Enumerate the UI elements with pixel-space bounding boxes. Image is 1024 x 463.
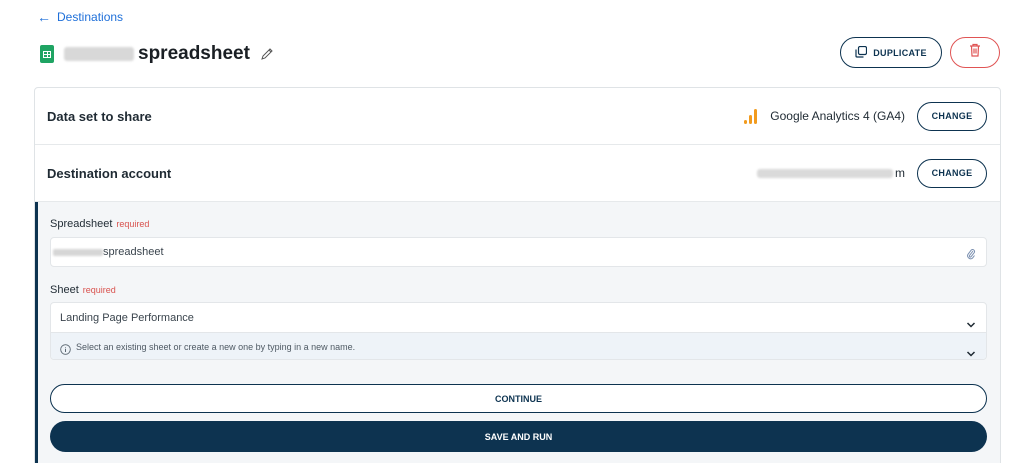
sheet-select-hint: Select an existing sheet or create a new… xyxy=(51,332,986,359)
change-dataset-button[interactable]: CHANGE xyxy=(917,101,987,131)
save-and-run-button[interactable]: SAVE AND RUN xyxy=(50,421,987,452)
sheet-field-label: Sheet required xyxy=(50,284,116,296)
dataset-row: Data set to share Google Analytics 4 (GA… xyxy=(35,88,1000,145)
sheet-select: Landing Page Performance Select an exist… xyxy=(50,302,987,360)
change-destination-button[interactable]: CHANGE xyxy=(917,158,987,188)
back-to-destinations-link[interactable]: ← Destinations xyxy=(37,10,123,24)
destination-account-label: Destination account xyxy=(47,165,172,181)
sheet-hint-text: Select an existing sheet or create a new… xyxy=(76,342,356,352)
page-title: spreadsheet xyxy=(138,43,250,64)
section-accent-bar xyxy=(35,202,38,463)
sheet-select-field[interactable]: Landing Page Performance xyxy=(51,303,986,332)
redacted-file-name xyxy=(53,248,103,256)
destination-account-row: Destination account m CHANGE xyxy=(35,145,1000,202)
dataset-value: Google Analytics 4 (GA4) xyxy=(770,109,905,123)
trash-icon xyxy=(969,43,981,62)
sheet-label-text: Sheet xyxy=(50,284,79,296)
delete-button[interactable] xyxy=(950,37,1000,68)
required-tag: required xyxy=(116,219,150,229)
pencil-icon[interactable] xyxy=(260,47,274,61)
spreadsheet-field-label: Spreadsheet required xyxy=(50,218,149,230)
google-sheets-icon xyxy=(40,45,54,63)
redacted-email xyxy=(757,168,893,178)
duplicate-button[interactable]: DUPLICATE xyxy=(840,37,942,68)
chevron-down-icon[interactable] xyxy=(966,344,976,357)
continue-button[interactable]: CONTINUE xyxy=(50,384,987,413)
info-icon xyxy=(60,342,71,355)
spreadsheet-input-value: spreadsheet xyxy=(103,246,164,258)
destination-settings-section: Spreadsheet required spreadsheet Sheet req… xyxy=(35,202,1000,463)
back-link-label: Destinations xyxy=(57,10,124,24)
spreadsheet-label-text: Spreadsheet xyxy=(50,218,113,230)
copy-icon xyxy=(855,45,868,60)
email-tail: m xyxy=(895,166,905,180)
destination-card: Data set to share Google Analytics 4 (GA… xyxy=(34,87,1001,463)
google-analytics-icon xyxy=(744,108,758,124)
arrow-left-icon: ← xyxy=(37,9,51,25)
required-tag: required xyxy=(82,285,116,295)
redacted-title-part xyxy=(64,47,134,61)
chevron-down-icon[interactable] xyxy=(966,315,976,328)
spreadsheet-input[interactable]: spreadsheet xyxy=(50,237,987,267)
paperclip-icon[interactable] xyxy=(966,247,976,260)
sheet-select-value: Landing Page Performance xyxy=(60,311,194,324)
duplicate-label: DUPLICATE xyxy=(873,47,927,58)
page-title-row: spreadsheet xyxy=(40,42,274,66)
dataset-label: Data set to share xyxy=(47,108,152,124)
